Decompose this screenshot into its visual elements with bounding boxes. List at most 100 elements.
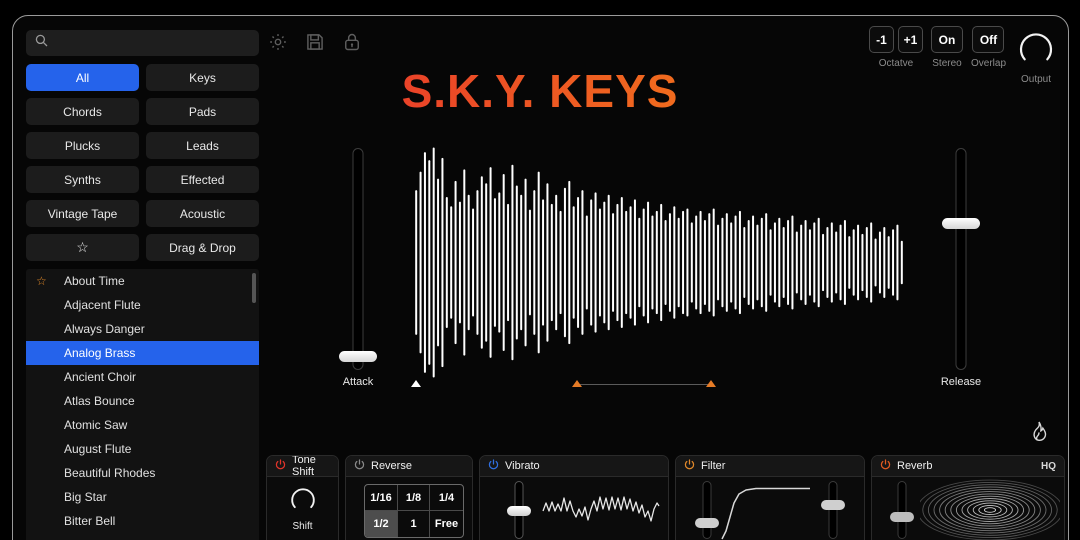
filter-cutoff-slider[interactable] — [692, 481, 722, 539]
vibrato-slider-handle[interactable] — [507, 505, 531, 516]
octave-up-button[interactable]: +1 — [897, 26, 923, 53]
category-favorites[interactable]: ☆ — [26, 234, 139, 261]
attack-slider-handle[interactable] — [339, 350, 377, 362]
reverb-quality-label[interactable]: HQ — [1041, 461, 1056, 472]
list-item[interactable]: Big Star — [26, 485, 259, 509]
release-slider-handle[interactable] — [942, 217, 980, 229]
filter-cutoff-track[interactable] — [702, 481, 712, 539]
fx-header-reverb: Reverb HQ — [872, 456, 1064, 477]
power-icon[interactable] — [880, 457, 891, 475]
fx-body-filter — [676, 477, 864, 540]
output-label: Output — [1020, 74, 1052, 85]
preset-name: Big Star — [64, 490, 107, 504]
reverb-visualizer — [920, 479, 1060, 540]
start-marker[interactable] — [411, 380, 422, 387]
reverb-mix-track[interactable] — [897, 481, 907, 539]
attack-slider[interactable]: Attack — [338, 148, 378, 388]
stereo-toggle[interactable]: On — [930, 26, 963, 53]
stereo-control: On Stereo — [930, 26, 963, 69]
rate-1-2[interactable]: 1/2 — [365, 511, 398, 537]
fx-title: Reverb — [897, 460, 933, 472]
flame-icon[interactable] — [1026, 420, 1052, 453]
category-synths[interactable]: Synths — [26, 166, 139, 193]
release-slider-track[interactable] — [955, 148, 967, 370]
fx-panel-filter[interactable]: Filter — [675, 455, 865, 540]
plugin-window: All Keys Chords Pads Plucks Leads Synths… — [0, 0, 1080, 540]
preset-list[interactable]: ☆ About Time Adjacent Flute Always Dange… — [26, 269, 259, 540]
category-effected[interactable]: Effected — [146, 166, 259, 193]
fx-panel-tone-shift[interactable]: Tone Shift Shift — [266, 455, 339, 540]
octave-label: Octatve — [878, 58, 914, 69]
shift-knob[interactable] — [287, 483, 319, 519]
lock-icon[interactable] — [342, 32, 362, 57]
rate-1-8[interactable]: 1/8 — [398, 485, 430, 511]
filter-cutoff-handle[interactable] — [695, 518, 719, 529]
fx-header-tone-shift: Tone Shift — [267, 455, 338, 478]
rate-1-4[interactable]: 1/4 — [430, 485, 463, 511]
fx-body-reverse: 1/16 1/8 1/4 1/2 1 Free — [346, 477, 472, 540]
preset-name: Always Danger — [64, 322, 145, 336]
power-icon[interactable] — [488, 457, 499, 475]
preset-list-scrollbar[interactable] — [252, 273, 256, 303]
marker-row — [410, 380, 720, 392]
list-item-selected[interactable]: Analog Brass — [26, 341, 259, 365]
preset-name: Atomic Saw — [64, 418, 128, 432]
power-icon[interactable] — [684, 457, 695, 475]
list-item[interactable]: ☆ About Time — [26, 269, 259, 293]
star-icon: ☆ — [76, 239, 89, 255]
list-item[interactable]: Always Danger — [26, 317, 259, 341]
search-input[interactable] — [48, 37, 259, 49]
shift-knob-label: Shift — [292, 521, 313, 532]
attack-slider-track[interactable] — [352, 148, 364, 370]
list-item[interactable]: August Flute — [26, 437, 259, 461]
list-item[interactable]: Ancient Choir — [26, 365, 259, 389]
save-icon[interactable] — [305, 32, 325, 57]
output-control: Output — [1014, 26, 1058, 85]
favorite-star-icon[interactable]: ☆ — [36, 274, 47, 288]
filter-resonance-slider[interactable] — [818, 481, 848, 539]
attack-label: Attack — [342, 376, 374, 388]
category-leads[interactable]: Leads — [146, 132, 259, 159]
loop-start-marker[interactable] — [572, 380, 583, 387]
fx-panel-reverse[interactable]: Reverse 1/16 1/8 1/4 1/2 1 Free — [345, 455, 473, 540]
fx-title: Tone Shift — [292, 455, 316, 478]
preset-name: About Time — [64, 274, 125, 288]
list-item[interactable]: Bitter Bell — [26, 509, 259, 533]
category-drag-and-drop[interactable]: Drag & Drop — [146, 234, 259, 261]
octave-down-button[interactable]: -1 — [868, 26, 894, 53]
category-acoustic[interactable]: Acoustic — [146, 200, 259, 227]
fx-panel-vibrato[interactable]: Vibrato — [479, 455, 669, 540]
rate-1-16[interactable]: 1/16 — [365, 485, 398, 511]
loop-range-line — [577, 384, 711, 385]
category-plucks[interactable]: Plucks — [26, 132, 139, 159]
power-icon[interactable] — [354, 457, 365, 475]
rate-free[interactable]: Free — [430, 511, 463, 537]
fx-title: Filter — [701, 460, 726, 472]
filter-resonance-handle[interactable] — [821, 500, 845, 511]
category-vintage-tape[interactable]: Vintage Tape — [26, 200, 139, 227]
overlap-toggle[interactable]: Off — [972, 26, 1005, 53]
waveform-display[interactable] — [414, 145, 904, 380]
waveform-bars — [415, 147, 903, 378]
list-item[interactable]: Atomic Saw — [26, 413, 259, 437]
loop-end-marker[interactable] — [705, 380, 716, 387]
release-slider[interactable]: Release — [941, 148, 981, 388]
preset-name: Atlas Bounce — [64, 394, 135, 408]
search-bar[interactable] — [26, 30, 259, 56]
fx-header-filter: Filter — [676, 456, 864, 477]
list-item[interactable]: Adjacent Flute — [26, 293, 259, 317]
effects-rack: Tone Shift Shift Reverse 1/16 1/8 1/4 1/… — [266, 455, 1065, 540]
power-icon[interactable] — [275, 457, 286, 475]
preset-name: Adjacent Flute — [64, 298, 141, 312]
rate-1[interactable]: 1 — [398, 511, 430, 537]
output-knob[interactable] — [1014, 26, 1058, 73]
gear-icon[interactable] — [268, 32, 288, 57]
vibrato-depth-slider[interactable] — [502, 481, 536, 539]
reverb-mix-handle[interactable] — [890, 512, 914, 523]
list-item[interactable]: Beautiful Rhodes — [26, 461, 259, 485]
overlap-label: Overlap — [970, 58, 1006, 69]
list-item[interactable]: Atlas Bounce — [26, 389, 259, 413]
reverb-mix-slider[interactable] — [888, 481, 916, 539]
fx-panel-reverb[interactable]: Reverb HQ — [871, 455, 1065, 540]
fx-body-vibrato — [480, 477, 668, 540]
